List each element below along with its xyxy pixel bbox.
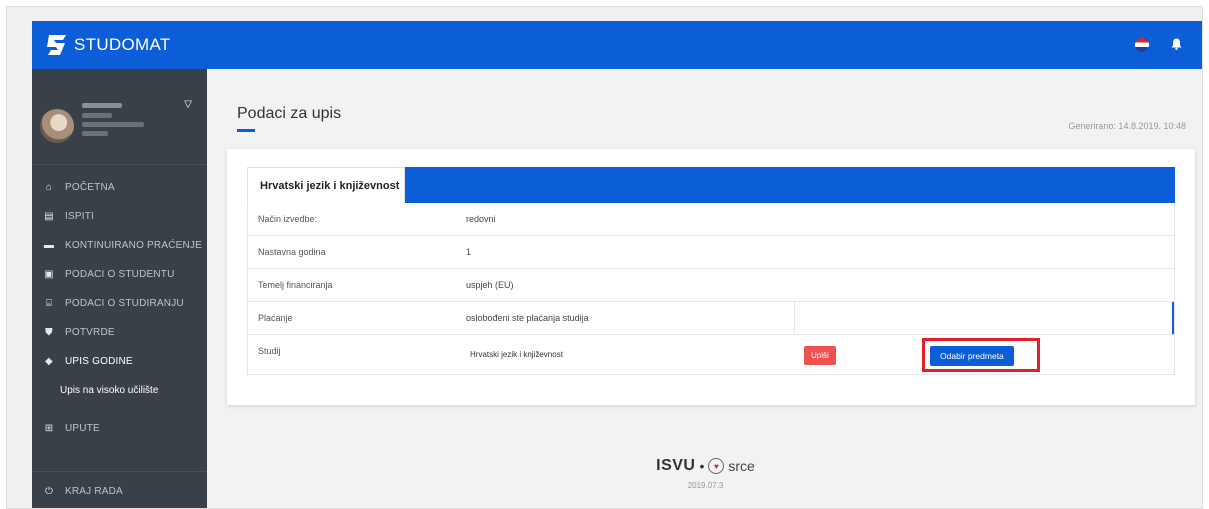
app-version: 2019.07.3: [687, 481, 724, 490]
footer-logos: ISVU • ♥ srce: [207, 457, 1202, 475]
table-row: Temelj financiranja uspjeh (EU): [247, 269, 1175, 302]
row-label: Plaćanje: [258, 313, 293, 323]
sidebar-item-podaci-o-studiranju[interactable]: ⌸ PODACI O STUDIRANJU: [32, 289, 207, 318]
generated-timestamp: Generirano: 14.8.2019. 10:48: [1068, 121, 1186, 131]
user-profile[interactable]: ▽: [32, 69, 207, 165]
row-value: 1: [466, 247, 472, 257]
shield-icon: ⛊: [45, 327, 53, 338]
sidebar-item-label: UPUTE: [65, 423, 100, 434]
sidebar-item-upis-godine[interactable]: ◆ UPIS GODINE: [32, 347, 207, 376]
sidebar-item-kraj-rada[interactable]: ⏻ KRAJ RADA: [32, 471, 207, 508]
avatar: [40, 109, 74, 143]
row-label: Nastavna godina: [258, 247, 326, 257]
page-title: Podaci za upis: [237, 105, 342, 122]
sidebar: ▽ ⌂ POČETNA ▤ ISPITI ▬ KONTINUIRANO PRAĆ…: [32, 69, 207, 508]
app-frame: STUDOMAT ▽ ⌂ POČETNA ▤ ISPITI ▬ KONTINUI…: [6, 6, 1203, 509]
power-icon: ⏻: [44, 485, 54, 497]
list-icon: ▬: [43, 240, 55, 251]
notification-bell-icon[interactable]: [1171, 38, 1182, 52]
sidebar-item-ispiti[interactable]: ▤ ISPITI: [32, 202, 207, 231]
main-content: Podaci za upis Generirano: 14.8.2019. 10…: [207, 69, 1202, 508]
graduation-cap-icon: ◆: [45, 356, 53, 367]
tab-hrvatski-jezik[interactable]: Hrvatski jezik i književnost: [247, 167, 405, 203]
row-value: oslobođeni ste plaćanja studija: [466, 313, 589, 323]
table-row: Nastavna godina 1: [247, 236, 1175, 269]
title-underline: [237, 129, 255, 132]
table-row-studij: Studij Hrvatski jezik i književnost Upiš…: [247, 335, 1175, 375]
row-value: uspjeh (EU): [466, 280, 514, 290]
plus-square-icon: ⊞: [44, 423, 54, 434]
sidebar-item-label: PODACI O STUDIRANJU: [65, 298, 184, 309]
blurred-name: [82, 103, 122, 108]
footer-separator: •: [699, 458, 705, 474]
sidebar-item-podaci-o-studentu[interactable]: ▣ PODACI O STUDENTU: [32, 260, 207, 289]
table-row: Plaćanje oslobođeni ste plaćanja studija: [247, 302, 1175, 335]
blurred-info: [82, 122, 144, 127]
sidebar-item-label: KONTINUIRANO PRAĆENJE: [65, 240, 202, 251]
row-value: redovni: [466, 214, 496, 224]
footer: ISVU • ♥ srce 2019.07.3: [207, 457, 1202, 490]
id-card-icon: ▣: [44, 269, 54, 280]
blurred-info: [82, 113, 112, 118]
sidebar-item-potvrde[interactable]: ⛊ POTVRDE: [32, 318, 207, 347]
row-label: Studij: [258, 346, 281, 356]
isvu-logo: ISVU: [656, 457, 696, 474]
srce-logo: srce: [728, 458, 755, 474]
odabir-predmeta-button[interactable]: Odabir predmeta: [930, 346, 1014, 366]
sidebar-item-kontinuirano-pracenje[interactable]: ▬ KONTINUIRANO PRAĆENJE: [32, 231, 207, 260]
sidebar-item-label: POČETNA: [65, 182, 115, 193]
row-label: Temelj financiranja: [258, 280, 333, 290]
card-header: Hrvatski jezik i književnost: [247, 167, 1175, 203]
table-row: Način izvedbe: redovni: [247, 203, 1175, 236]
university-icon: ⌸: [45, 298, 53, 309]
srce-heart-icon: ♥: [708, 458, 725, 474]
sidebar-item-label: ISPITI: [65, 211, 94, 222]
language-flag-icon[interactable]: [1135, 38, 1149, 52]
enrollment-card: Hrvatski jezik i književnost Način izved…: [227, 149, 1195, 405]
home-icon: ⌂: [45, 182, 53, 193]
profile-dropdown-icon[interactable]: ▽: [184, 99, 192, 110]
sidebar-item-label: UPIS GODINE: [65, 356, 133, 367]
top-bar: STUDOMAT: [32, 21, 1202, 69]
sidebar-nav: ⌂ POČETNA ▤ ISPITI ▬ KONTINUIRANO PRAĆEN…: [32, 173, 207, 443]
app-logo[interactable]: STUDOMAT: [46, 33, 171, 57]
sidebar-item-label: PODACI O STUDENTU: [65, 269, 175, 280]
app-name: STUDOMAT: [74, 35, 171, 54]
upisi-button[interactable]: Upiši: [804, 346, 836, 365]
exam-icon: ▤: [44, 211, 54, 222]
row-extra-cell: [794, 302, 1174, 334]
sidebar-item-upute[interactable]: ⊞ UPUTE: [32, 414, 207, 443]
enrollment-table: Način izvedbe: redovni Nastavna godina 1…: [247, 203, 1175, 375]
blurred-info: [82, 131, 108, 136]
sidebar-item-label: KRAJ RADA: [65, 485, 123, 497]
sidebar-item-label: POTVRDE: [65, 327, 115, 338]
sidebar-subitem-upis-na-visoko-uciliste[interactable]: Upis na visoko učilište: [32, 376, 207, 404]
sidebar-item-pocetna[interactable]: ⌂ POČETNA: [32, 173, 207, 202]
row-value: Hrvatski jezik i književnost: [470, 350, 563, 359]
row-actions: Upiši Odabir predmeta: [794, 335, 1174, 374]
row-label: Način izvedbe:: [258, 214, 318, 224]
studomat-logo-icon: [46, 33, 68, 57]
